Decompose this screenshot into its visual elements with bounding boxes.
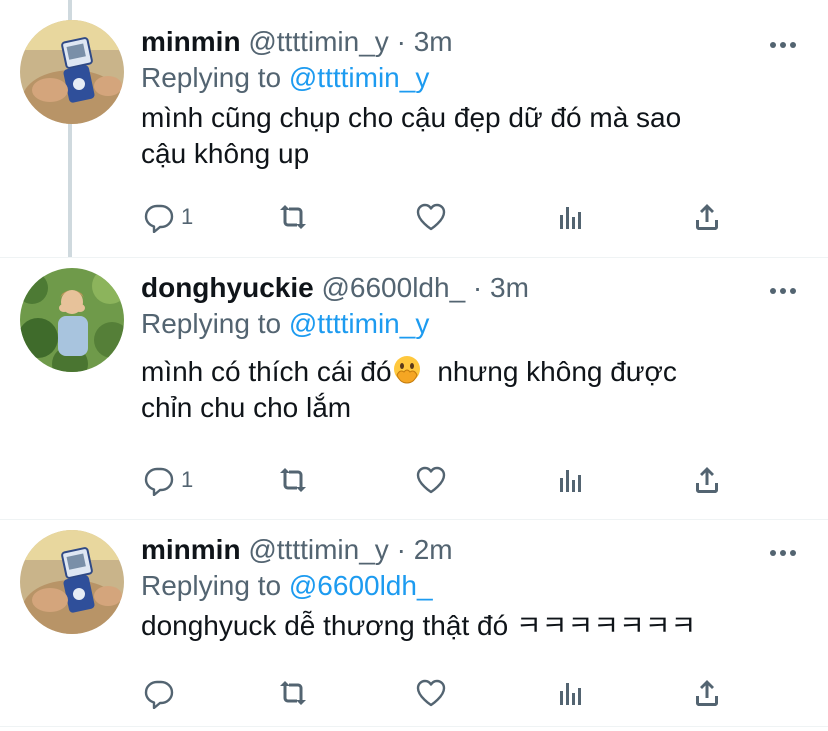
like-icon — [416, 679, 446, 707]
timestamp[interactable]: 2m — [414, 534, 453, 565]
tweet-text: mình cũng chụp cho cậu đẹp dữ đó mà sao … — [141, 100, 808, 172]
separator-dot: · — [396, 26, 406, 57]
analytics-button[interactable] — [554, 460, 586, 500]
like-button[interactable] — [415, 460, 447, 500]
analytics-icon — [560, 470, 581, 492]
replying-to-line: Replying to @6600ldh_ — [141, 568, 808, 604]
like-button[interactable] — [415, 673, 447, 713]
more-icon[interactable] — [770, 543, 800, 556]
reply-icon — [144, 680, 174, 709]
avatar[interactable] — [20, 530, 124, 634]
more-icon[interactable] — [770, 281, 800, 294]
replying-to-mention[interactable]: @ttttimin_y — [289, 62, 429, 93]
reply-count: 1 — [181, 204, 194, 229]
tweet-divider — [0, 726, 828, 727]
retweet-button[interactable] — [277, 673, 309, 713]
like-icon — [416, 203, 446, 231]
user-handle[interactable]: @6600ldh_ — [321, 272, 465, 303]
reply-icon — [144, 467, 174, 496]
share-button[interactable] — [691, 197, 723, 237]
analytics-icon — [560, 683, 581, 705]
analytics-button[interactable] — [554, 197, 586, 237]
reply-icon — [144, 204, 174, 233]
tweet-text-segment: mình có thích cái đó — [141, 356, 392, 387]
user-handle[interactable]: @ttttimin_y — [248, 26, 388, 57]
share-button[interactable] — [691, 673, 723, 713]
avatar[interactable] — [20, 20, 124, 124]
face-with-hand-over-mouth-icon — [393, 356, 420, 384]
reply-button[interactable]: 1 — [143, 460, 193, 500]
replying-to-label: Replying to — [141, 570, 282, 601]
retweet-icon — [280, 205, 306, 229]
user-handle[interactable]: @ttttimin_y — [248, 534, 388, 565]
tweet-text-segment: nhưng không được — [429, 356, 677, 387]
timestamp[interactable]: 3m — [414, 26, 453, 57]
tweet-text-line: cậu không up — [141, 138, 310, 169]
tweet-header: donghyuckie @6600ldh_ · 3m — [141, 270, 808, 306]
tweet-text-line: donghyuck dễ thương thật đó ㅋㅋㅋㅋㅋㅋㅋ — [141, 610, 697, 641]
display-name[interactable]: minmin — [141, 26, 241, 57]
tweet-text-line: mình cũng chụp cho cậu đẹp dữ đó mà sao — [141, 102, 682, 133]
replying-to-mention[interactable]: @6600ldh_ — [289, 570, 433, 601]
share-icon — [696, 680, 718, 706]
avatar[interactable] — [20, 268, 124, 372]
retweet-button[interactable] — [277, 460, 309, 500]
separator-dot: · — [396, 534, 406, 565]
separator-dot: · — [472, 272, 483, 303]
replying-to-label: Replying to — [141, 62, 282, 93]
tweet-actions — [141, 673, 741, 713]
avatar-flip-phone-image — [20, 20, 124, 124]
share-button[interactable] — [691, 460, 723, 500]
display-name[interactable]: minmin — [141, 534, 241, 565]
reply-button[interactable] — [143, 673, 181, 713]
replying-to-label: Replying to — [141, 308, 282, 339]
analytics-button[interactable] — [554, 673, 586, 713]
avatar-garden-photo-image — [20, 268, 124, 372]
tweet-divider — [0, 257, 828, 258]
reply-button[interactable]: 1 — [143, 197, 193, 237]
tweet-divider — [0, 519, 828, 520]
retweet-icon — [280, 681, 306, 705]
replying-to-line: Replying to @ttttimin_y — [141, 306, 808, 342]
tweet-text-line: mình có thích cái đó nhưng không được — [141, 354, 808, 390]
share-icon — [696, 467, 718, 493]
tweet-actions: 1 — [141, 197, 741, 237]
avatar-flip-phone-image — [20, 530, 124, 634]
like-icon — [416, 466, 446, 494]
timestamp[interactable]: 3m — [490, 272, 529, 303]
reply-count: 1 — [181, 467, 194, 492]
share-icon — [696, 204, 718, 230]
retweet-icon — [280, 468, 306, 492]
tweet-header: minmin @ttttimin_y · 2m — [141, 532, 808, 568]
tweet-text-line: chỉn chu cho lắm — [141, 392, 352, 423]
more-icon[interactable] — [770, 35, 800, 48]
replying-to-mention[interactable]: @ttttimin_y — [289, 308, 429, 339]
analytics-icon — [560, 207, 581, 229]
tweet-actions: 1 — [141, 460, 741, 500]
display-name[interactable]: donghyuckie — [141, 272, 314, 303]
tweet-header: minmin @ttttimin_y · 3m — [141, 24, 808, 60]
tweet-text: donghyuck dễ thương thật đó ㅋㅋㅋㅋㅋㅋㅋ — [141, 608, 808, 644]
replying-to-line: Replying to @ttttimin_y — [141, 60, 808, 96]
like-button[interactable] — [415, 197, 447, 237]
tweet-text: mình có thích cái đó nhưng không được ch… — [141, 354, 808, 426]
retweet-button[interactable] — [277, 197, 309, 237]
